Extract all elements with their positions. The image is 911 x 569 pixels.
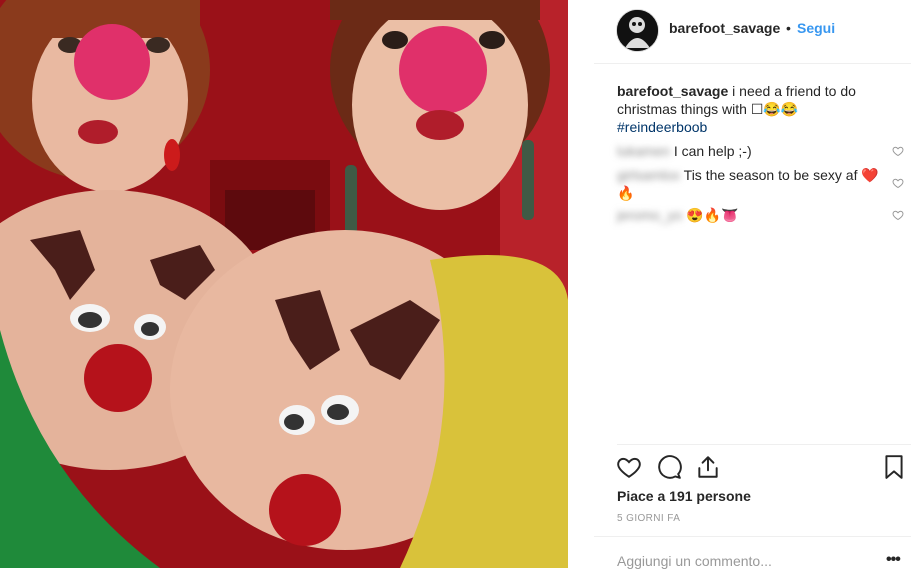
comment-1-text: I can help ;-) <box>673 143 752 159</box>
comment-input[interactable]: Aggiungi un commento... <box>617 553 772 569</box>
comment-3-like-heart-icon[interactable] <box>892 209 904 221</box>
comment-1: lukamen I can help ;-) <box>617 142 887 160</box>
post-sidebar: barefoot_savage • Segui barefoot_savage … <box>594 0 911 569</box>
follow-button[interactable]: Segui <box>797 20 835 36</box>
share-icon[interactable] <box>695 454 721 480</box>
comment-box-divider <box>594 536 911 537</box>
likes-count[interactable]: Piace a 191 persone <box>617 488 751 504</box>
caption-hashtag[interactable]: #reindeerboob <box>617 118 887 136</box>
bookmark-icon[interactable] <box>881 454 907 480</box>
divider <box>568 0 594 568</box>
header-separator-dot: • <box>786 20 791 36</box>
post-date[interactable]: 5 GIORNI FA <box>617 513 680 524</box>
caption-username[interactable]: barefoot_savage <box>617 83 728 99</box>
post-header: barefoot_savage • Segui <box>594 0 911 60</box>
comment-bubble-icon[interactable] <box>656 454 682 480</box>
post-photo[interactable] <box>0 0 568 568</box>
like-heart-icon[interactable] <box>616 454 642 480</box>
comment-3-text: 😍🔥👅 <box>686 207 739 223</box>
actions-divider <box>617 444 911 445</box>
comment-3: jeromo_yo 😍🔥👅 <box>617 206 887 224</box>
avatar[interactable] <box>616 9 659 52</box>
comment-2: girlsamlox Tis the season to be sexy af … <box>617 166 887 202</box>
header-divider <box>594 63 911 64</box>
photo-illustration <box>0 0 568 568</box>
comment-2-username[interactable]: girlsamlox <box>617 167 680 183</box>
header-username[interactable]: barefoot_savage <box>669 20 780 36</box>
comment-1-like-heart-icon[interactable] <box>892 145 904 157</box>
comment-2-like-heart-icon[interactable] <box>892 177 904 189</box>
more-options-button[interactable]: ••• <box>886 551 901 569</box>
comment-1-username[interactable]: lukamen <box>617 143 670 159</box>
comment-3-username[interactable]: jeromo_yo <box>617 207 682 223</box>
post-caption: barefoot_savage i need a friend to do ch… <box>617 82 887 136</box>
